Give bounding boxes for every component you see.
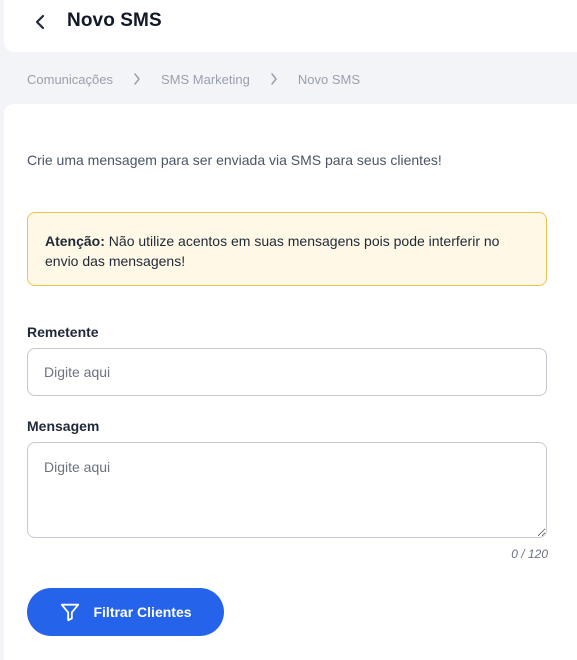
chevron-right-icon: [113, 73, 161, 85]
filter-clients-label: Filtrar Clientes: [93, 604, 192, 620]
filter-icon: [59, 601, 81, 623]
back-button[interactable]: [28, 12, 52, 36]
filter-clients-button[interactable]: Filtrar Clientes: [27, 588, 224, 636]
message-label: Mensagem: [27, 418, 100, 434]
alert-title: Atenção:: [45, 233, 105, 249]
alert-message: Não utilize acentos em suas mensagens po…: [45, 233, 500, 269]
page-header: Novo SMS: [4, 0, 577, 52]
breadcrumb-item-comunicacoes[interactable]: Comunicações: [27, 72, 113, 87]
breadcrumb-item-novo-sms: Novo SMS: [297, 71, 361, 87]
character-counter: 0 / 120: [511, 547, 548, 561]
sender-label: Remetente: [27, 324, 99, 340]
sender-input[interactable]: [27, 348, 547, 396]
message-textarea[interactable]: [27, 442, 547, 538]
breadcrumb-item-sms-marketing[interactable]: SMS Marketing: [161, 72, 250, 87]
intro-text: Crie uma mensagem para ser enviada via S…: [27, 152, 442, 168]
page-title: Novo SMS: [67, 10, 162, 31]
warning-alert: Atenção: Não utilize acentos em suas men…: [27, 212, 547, 286]
chevron-left-icon: [33, 14, 47, 35]
breadcrumb: Comunicações SMS Marketing Novo SMS: [27, 70, 360, 88]
chevron-right-icon: [250, 73, 298, 85]
